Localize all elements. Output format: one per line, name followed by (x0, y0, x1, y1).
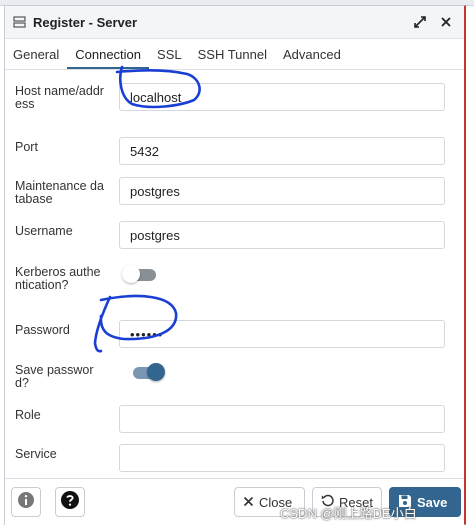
dialog-title: Register - Server (33, 14, 138, 30)
password-input[interactable]: •••••• (119, 320, 445, 348)
password-label: Password (15, 323, 70, 337)
tab-ssh-tunnel[interactable]: SSH Tunnel (190, 47, 275, 69)
tab-connection[interactable]: Connection (67, 47, 150, 69)
service-label: Service (15, 447, 57, 461)
close-x-icon (243, 495, 254, 510)
save-password-toggle[interactable] (129, 363, 165, 381)
expand-icon[interactable] (412, 14, 428, 30)
username-label: Username (15, 224, 73, 238)
kerberos-label: Kerberos authentication? (15, 265, 101, 292)
info-button[interactable] (11, 487, 41, 517)
service-input[interactable] (119, 444, 445, 472)
tab-ssl[interactable]: SSL (149, 47, 190, 69)
role-input[interactable] (119, 405, 445, 433)
tab-general[interactable]: General (5, 47, 67, 69)
save-button-label: Save (417, 494, 448, 510)
port-input[interactable]: 5432 (119, 137, 445, 165)
username-input[interactable]: postgres (119, 221, 445, 249)
help-icon (60, 490, 80, 515)
save-password-label: Save password? (15, 363, 94, 390)
watermark: CSDN @刚上路DE小白 (280, 506, 417, 521)
info-icon (17, 491, 35, 514)
host-label: Host name/address (15, 84, 104, 111)
port-label: Port (15, 140, 38, 154)
server-icon (13, 15, 27, 29)
close-icon[interactable] (438, 14, 454, 30)
kerberos-toggle[interactable] (122, 265, 158, 283)
connection-form: Host name/address localhost Port 5432 Ma… (5, 71, 464, 476)
tab-bar: General Connection SSL SSH Tunnel Advanc… (5, 39, 464, 70)
kerberos-toggle-knob (122, 265, 140, 283)
register-server-dialog: Register - Server General Connection SSL… (4, 5, 466, 525)
maintenance-db-label: Maintenance database (15, 179, 104, 206)
maintenance-db-input[interactable]: postgres (119, 177, 445, 205)
role-label: Role (15, 408, 41, 422)
tab-advanced[interactable]: Advanced (275, 47, 349, 69)
help-button[interactable] (55, 487, 85, 517)
host-input[interactable]: localhost (119, 83, 445, 111)
save-password-toggle-knob (147, 363, 165, 381)
dialog-titlebar[interactable]: Register - Server (5, 6, 464, 39)
